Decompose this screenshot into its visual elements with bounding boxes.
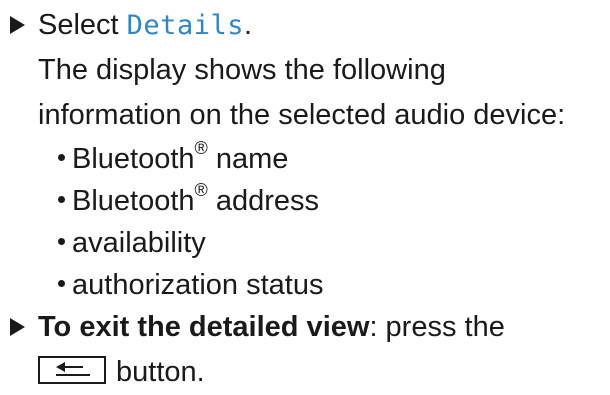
back-button[interactable] <box>38 356 106 385</box>
list-item: availability <box>58 222 323 264</box>
list-item: authorization status <box>58 264 323 306</box>
paragraph-line-2: information on the selected audio device… <box>38 99 566 131</box>
registered-mark: ® <box>194 180 208 201</box>
bullet-icon <box>58 153 65 161</box>
list-item: Bluetooth® name <box>58 138 323 180</box>
bullet-icon <box>58 279 65 287</box>
back-arrow-icon <box>56 362 90 377</box>
paragraph-line-1: The display shows the following <box>38 54 446 86</box>
list-item-rest: name <box>207 143 289 175</box>
step-bold-text: To exit the detailed view <box>38 311 370 343</box>
registered-mark: ® <box>194 138 208 159</box>
step-prefix: Select <box>38 9 127 41</box>
step-continuation: button. <box>38 354 205 390</box>
list-item-text: Bluetooth <box>72 185 195 217</box>
list-item-text: Bluetooth <box>72 143 195 175</box>
list-item-text: availability <box>72 227 206 259</box>
step-text: Select Details. <box>38 4 252 47</box>
list-item: Bluetooth® address <box>58 180 323 222</box>
step-rest-text: : press the <box>369 311 505 343</box>
info-list: Bluetooth® name Bluetooth® address avail… <box>58 138 323 306</box>
after-button-text: button. <box>116 356 205 388</box>
list-item-text: authorization status <box>72 269 324 301</box>
bullet-icon <box>58 195 65 203</box>
bullet-icon <box>58 237 65 245</box>
list-item-rest: address <box>207 185 320 217</box>
step-suffix: . <box>243 9 253 41</box>
step-triangle-icon <box>10 318 25 336</box>
manual-page: Select Details. The display shows the fo… <box>0 0 610 395</box>
details-menu-term: Details <box>126 10 244 41</box>
step-text: To exit the detailed view: press the <box>38 306 505 348</box>
step-triangle-icon <box>10 16 25 34</box>
